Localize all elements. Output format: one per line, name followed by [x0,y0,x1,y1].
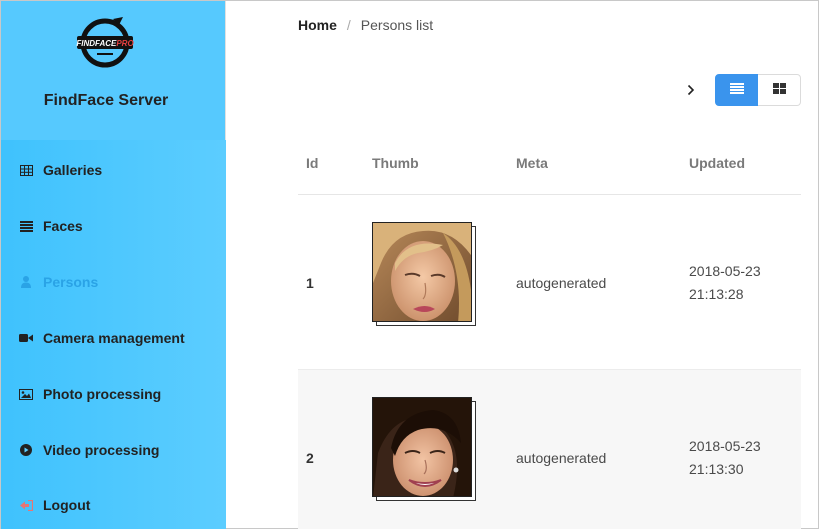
breadcrumb: Home / Persons list [298,17,433,33]
video-camera-icon [19,331,33,345]
updated-date: 2018-05-23 [689,263,761,279]
list-view-button[interactable] [715,74,758,106]
sidebar-item-label: Video processing [43,442,160,458]
face-thumbnail-image [372,222,472,322]
column-header-updated[interactable]: Updated [689,155,745,171]
sidebar-item-label: Photo processing [43,386,162,402]
person-updated: 2018-05-23 21:13:28 [689,260,761,306]
sidebar-item-label: Logout [43,497,91,513]
person-meta: autogenerated [516,275,607,291]
person-meta: autogenerated [516,450,607,466]
column-header-id[interactable]: Id [306,155,318,171]
grid-view-button[interactable] [758,74,801,106]
sidebar-item-label: Camera management [43,330,185,346]
table-row[interactable]: 2 autogenerated 2018-05-23 21:13:30 [298,370,801,529]
sidebar-item-photo-processing[interactable]: Photo processing [19,382,161,406]
sidebar-item-camera-management[interactable]: Camera management [19,326,185,350]
sidebar-item-video-processing[interactable]: Video processing [19,438,159,462]
sidebar-item-label: Faces [43,218,83,234]
view-mode-toggle [715,74,801,106]
brand-title: FindFace Server [43,92,169,109]
sidebar-item-label: Persons [43,274,99,290]
table-header: Id Thumb Meta Updated [298,141,801,195]
chevron-right-icon[interactable] [681,79,701,101]
user-icon [19,275,33,289]
person-id: 2 [306,450,314,466]
updated-time: 21:13:28 [689,286,744,302]
person-updated: 2018-05-23 21:13:30 [689,435,761,481]
breadcrumb-home-link[interactable]: Home [298,17,337,33]
updated-date: 2018-05-23 [689,438,761,454]
breadcrumb-current: Persons list [360,17,434,33]
face-thumbnail-image [372,397,472,497]
image-icon [19,387,33,401]
person-thumbnail[interactable] [372,222,476,326]
brand-header: FINDFACEPRO FindFace Server [1,1,226,140]
sidebar-item-label: Galleries [43,162,103,178]
person-id: 1 [306,275,314,291]
play-circle-icon [19,443,33,457]
breadcrumb-separator: / [346,17,351,33]
list-icon [19,219,33,233]
sidebar-item-persons[interactable]: Persons [19,270,98,294]
sidebar-item-faces[interactable]: Faces [19,214,83,238]
column-header-thumb[interactable]: Thumb [372,155,419,171]
column-header-meta[interactable]: Meta [516,155,548,171]
updated-time: 21:13:30 [689,461,744,477]
sidebar: FINDFACEPRO FindFace Server Galleries Fa… [1,1,226,529]
table-icon [19,163,33,177]
grid-view-icon [772,81,786,99]
list-view-icon [729,81,744,99]
sign-out-icon [19,498,33,512]
sidebar-item-galleries[interactable]: Galleries [19,158,102,182]
svg-text:FINDFACEPRO: FINDFACEPRO [76,39,134,48]
table-row[interactable]: 1 autogenerated 2018-05-23 21:13:28 [298,195,801,370]
person-thumbnail[interactable] [372,397,476,501]
findface-logo[interactable]: FINDFACEPRO [75,13,135,69]
sidebar-item-logout[interactable]: Logout [19,493,90,517]
